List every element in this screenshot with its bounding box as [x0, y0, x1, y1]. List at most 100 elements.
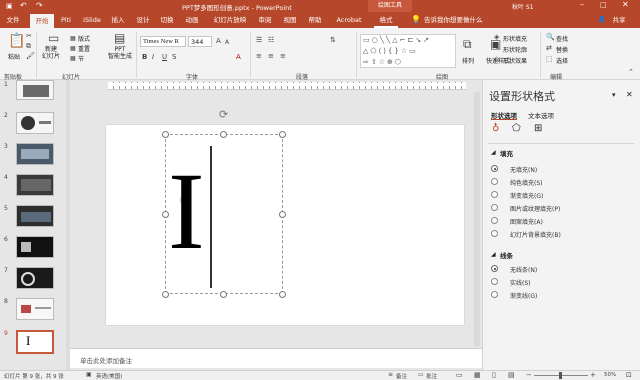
- slide-thumbnail-7[interactable]: [16, 267, 54, 289]
- ppt-smart-gen-button[interactable]: PPT 智能生成: [108, 46, 132, 60]
- shrink-font-icon[interactable]: A: [225, 38, 229, 47]
- tab-slideshow[interactable]: 幻灯片放映: [210, 12, 250, 28]
- panel-dropdown-icon[interactable]: ▾: [612, 91, 616, 99]
- shapes-gallery[interactable]: ▭○╲╲△⌐⊏↘↗ △⬠⟨⟩{}☆▭ ⇨⇧☆⊕⬡: [360, 34, 456, 68]
- radio-solid-line[interactable]: [491, 278, 498, 285]
- underline-icon[interactable]: U: [162, 53, 167, 62]
- shadow-icon[interactable]: S: [172, 53, 176, 62]
- select-button[interactable]: 选择: [556, 56, 568, 65]
- line-section-header[interactable]: 线条: [500, 250, 513, 260]
- language-indicator[interactable]: 英语(美国): [96, 372, 122, 380]
- resize-handle[interactable]: [279, 131, 286, 138]
- shape-fill-button[interactable]: 形状填充: [503, 34, 527, 43]
- radio-background-fill[interactable]: [491, 230, 498, 237]
- tab-review[interactable]: 审阅: [256, 12, 274, 28]
- grow-font-icon[interactable]: A: [216, 37, 221, 46]
- option-background-fill[interactable]: 幻灯片背景填充(B): [510, 230, 561, 239]
- paste-icon[interactable]: 📋: [8, 34, 25, 48]
- numbering-icon[interactable]: ☷: [268, 36, 274, 45]
- fill-collapse-icon[interactable]: ◢: [491, 149, 496, 156]
- slide-thumbnail-2[interactable]: [16, 112, 54, 134]
- slide-thumbnail-4[interactable]: [16, 174, 54, 196]
- save-icon[interactable]: ▣: [6, 2, 13, 10]
- shape-effects-button[interactable]: 形状效果: [503, 56, 527, 65]
- normal-view-icon[interactable]: ▭: [456, 371, 463, 379]
- paste-button[interactable]: 粘贴: [8, 52, 20, 61]
- option-gradient-line[interactable]: 渐变线(G): [510, 291, 537, 300]
- slide-thumbnail-5[interactable]: [16, 205, 54, 227]
- option-no-line[interactable]: 无线条(N): [510, 265, 537, 274]
- redo-icon[interactable]: ↷: [36, 1, 43, 10]
- effects-icon[interactable]: ⬠: [512, 124, 521, 134]
- font-name-select[interactable]: Times New R: [140, 36, 186, 47]
- account-name[interactable]: 秋叶 S1: [512, 2, 534, 11]
- tab-transitions[interactable]: 切换: [158, 12, 176, 28]
- align-right-icon[interactable]: ≡: [280, 52, 286, 61]
- tab-format[interactable]: 格式: [374, 12, 398, 28]
- resize-handle[interactable]: [279, 211, 286, 218]
- share-icon[interactable]: 👤: [598, 16, 605, 23]
- bold-icon[interactable]: B: [142, 53, 147, 62]
- radio-picture-fill[interactable]: [491, 204, 498, 211]
- tab-acrobat[interactable]: Acrobat: [334, 12, 364, 28]
- fit-slide-icon[interactable]: ⊡: [626, 371, 632, 379]
- cut-icon[interactable]: ✂: [26, 32, 32, 41]
- share-button[interactable]: 共享: [606, 12, 632, 28]
- font-size-select[interactable]: 344: [188, 36, 212, 47]
- tab-home[interactable]: 开始: [30, 14, 54, 28]
- line-collapse-icon[interactable]: ◢: [491, 251, 496, 258]
- ppt-gen-icon[interactable]: ▤: [114, 32, 125, 44]
- font-color-icon[interactable]: A: [236, 53, 241, 62]
- notes-pane[interactable]: 单击此处添加备注: [70, 348, 482, 368]
- collapse-ribbon-icon[interactable]: ⌃: [628, 68, 634, 77]
- tab-file[interactable]: 文件: [2, 12, 24, 28]
- replace-button[interactable]: 替换: [556, 45, 568, 54]
- close-icon[interactable]: ✕: [622, 0, 629, 9]
- option-no-fill[interactable]: 无填充(N): [510, 165, 537, 174]
- reading-view-icon[interactable]: ▯: [492, 371, 496, 379]
- slide-thumbnail-6[interactable]: [16, 236, 54, 258]
- align-left-icon[interactable]: ≡: [256, 52, 262, 61]
- zoom-out-icon[interactable]: −: [526, 371, 532, 379]
- zoom-in-icon[interactable]: +: [590, 371, 596, 379]
- tab-text-options[interactable]: 文本选项: [528, 110, 554, 120]
- shape-outline-button[interactable]: 形状轮廓: [503, 45, 527, 54]
- radio-gradient-fill[interactable]: [491, 191, 498, 198]
- tab-help[interactable]: 帮助: [306, 12, 324, 28]
- align-center-icon[interactable]: ≡: [268, 52, 274, 61]
- slide-thumbnail-8[interactable]: [16, 298, 54, 320]
- minimize-icon[interactable]: –: [580, 0, 584, 9]
- new-slide-button[interactable]: 新建 幻灯片: [42, 46, 60, 60]
- copy-icon[interactable]: ⧉: [26, 42, 31, 51]
- canvas-scrollbar[interactable]: [474, 92, 480, 346]
- text-direction-icon[interactable]: ⇅: [330, 36, 336, 45]
- slide-thumbnail-1[interactable]: [16, 80, 54, 100]
- tell-me-search[interactable]: 告诉我你想要做什么: [424, 12, 504, 28]
- rotate-handle-icon[interactable]: ⟳: [219, 109, 228, 120]
- fill-section-header[interactable]: 填充: [500, 148, 513, 158]
- tab-islide[interactable]: iSlide: [80, 12, 104, 28]
- radio-solid-fill[interactable]: [491, 178, 498, 185]
- bullets-icon[interactable]: ☰: [256, 36, 262, 45]
- option-gradient-fill[interactable]: 渐变填充(G): [510, 191, 543, 200]
- arrange-button[interactable]: 排列: [462, 56, 474, 65]
- reset-button[interactable]: 重置: [78, 44, 90, 53]
- option-picture-fill[interactable]: 图片或纹理填充(P): [510, 204, 560, 213]
- option-solid-fill[interactable]: 纯色填充(S): [510, 178, 543, 187]
- size-properties-icon[interactable]: ⊞: [534, 124, 542, 134]
- resize-handle[interactable]: [162, 131, 169, 138]
- slide-thumbnail-3[interactable]: [16, 143, 54, 165]
- tab-insert[interactable]: 插入: [109, 12, 127, 28]
- resize-handle[interactable]: [220, 291, 227, 298]
- undo-icon[interactable]: ↶: [20, 1, 27, 10]
- tab-view[interactable]: 视图: [281, 12, 299, 28]
- resize-handle[interactable]: [162, 291, 169, 298]
- tab-piti[interactable]: Piti: [57, 12, 75, 28]
- notes-toggle[interactable]: 备注: [396, 372, 407, 380]
- resize-handle[interactable]: [279, 291, 286, 298]
- radio-no-fill[interactable]: [491, 165, 498, 172]
- option-solid-line[interactable]: 实线(S): [510, 278, 531, 287]
- option-pattern-fill[interactable]: 图案填充(A): [510, 217, 543, 226]
- slide-thumbnail-9[interactable]: I: [16, 330, 54, 354]
- resize-handle[interactable]: [220, 131, 227, 138]
